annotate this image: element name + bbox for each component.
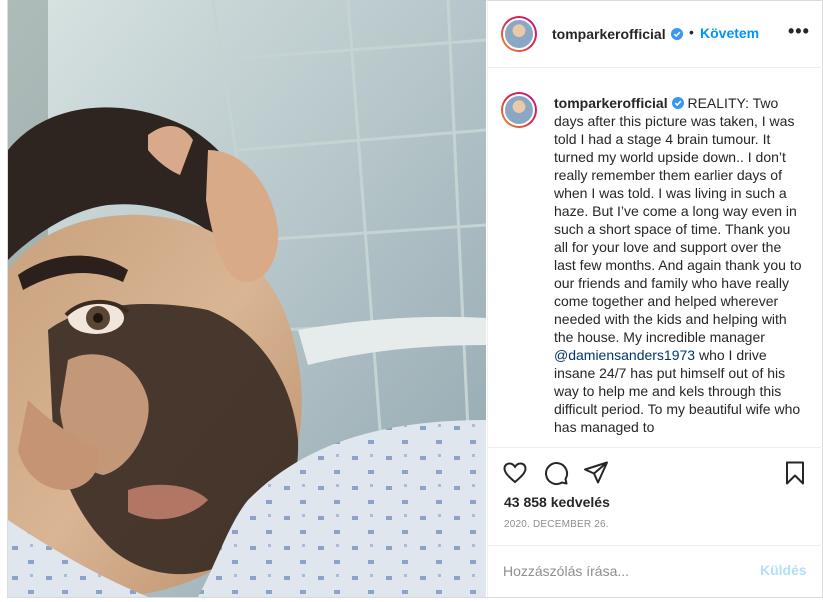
caption-area: tomparkerofficial REALITY: Two days afte…: [488, 69, 823, 447]
caption-body: REALITY: Two days after this picture was…: [554, 95, 802, 345]
bookmark-icon[interactable]: [782, 460, 808, 486]
follow-button[interactable]: Követem: [700, 25, 759, 41]
post-date[interactable]: 2020. DECEMBER 26.: [504, 519, 609, 530]
verified-badge-icon: [671, 97, 684, 109]
post-header: tomparkerofficial • Követem •••: [488, 0, 823, 68]
more-options-icon[interactable]: •••: [788, 22, 809, 44]
comment-bar: Küldés: [488, 545, 823, 597]
hospital-selfie-image: [8, 0, 486, 597]
author-username[interactable]: tomparkerofficial: [552, 26, 666, 42]
comment-bubble-icon[interactable]: [543, 460, 569, 486]
caption-text: tomparkerofficial REALITY: Two days afte…: [554, 94, 806, 436]
comment-input[interactable]: [503, 561, 753, 581]
paper-plane-icon[interactable]: [583, 460, 609, 486]
like-count[interactable]: 43 858 kedvelés: [504, 494, 610, 510]
send-comment-button[interactable]: Küldés: [760, 562, 807, 578]
heart-icon[interactable]: [502, 460, 528, 486]
author-avatar[interactable]: [501, 16, 537, 52]
verified-badge-icon: [671, 28, 683, 40]
header-separator: •: [689, 24, 694, 40]
caption-username[interactable]: tomparkerofficial: [554, 95, 668, 111]
post-side-panel: tomparkerofficial • Követem ••• tomparke…: [487, 0, 823, 597]
mention-link[interactable]: @damiensanders1973: [554, 347, 695, 363]
post-photo[interactable]: [8, 0, 486, 597]
caption-author-avatar[interactable]: [501, 92, 537, 128]
